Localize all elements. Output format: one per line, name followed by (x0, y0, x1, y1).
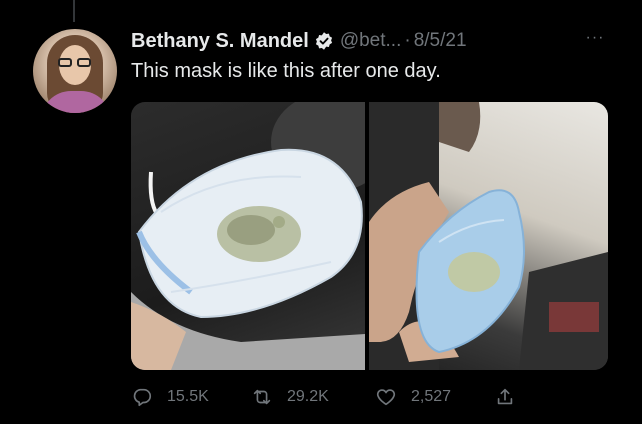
mask-photo-right (369, 102, 608, 370)
photo-right[interactable] (369, 102, 608, 370)
avatar[interactable] (33, 29, 117, 113)
reply-icon (133, 388, 152, 407)
share-button[interactable] (494, 386, 516, 408)
tweet-date[interactable]: 8/5/21 (414, 30, 467, 52)
reply-count: 15.5K (167, 388, 209, 405)
tweet-header: Bethany S. Mandel @bet... · 8/5/21 (131, 26, 467, 56)
mask-photo-left (131, 102, 365, 370)
avatar-glasses (58, 58, 92, 68)
separator-dot: · (404, 30, 411, 51)
author-handle[interactable]: @bet... (340, 30, 402, 52)
retweet-button[interactable]: 29.2K (251, 386, 329, 408)
retweet-icon (253, 389, 271, 405)
share-icon (497, 388, 513, 405)
photo-left[interactable] (131, 102, 365, 370)
media-grid[interactable] (131, 102, 608, 370)
heart-icon (376, 389, 396, 406)
tweet-text: This mask is like this after one day. (131, 60, 441, 82)
thread-line (73, 0, 75, 22)
like-count: 2,527 (411, 388, 452, 405)
verified-badge-icon (315, 32, 332, 50)
reply-button[interactable]: 15.5K (131, 386, 209, 408)
more-icon[interactable]: ··· (582, 28, 608, 48)
author-name[interactable]: Bethany S. Mandel (131, 30, 309, 53)
like-button[interactable]: 2,527 (375, 386, 451, 408)
retweet-count: 29.2K (287, 388, 329, 405)
